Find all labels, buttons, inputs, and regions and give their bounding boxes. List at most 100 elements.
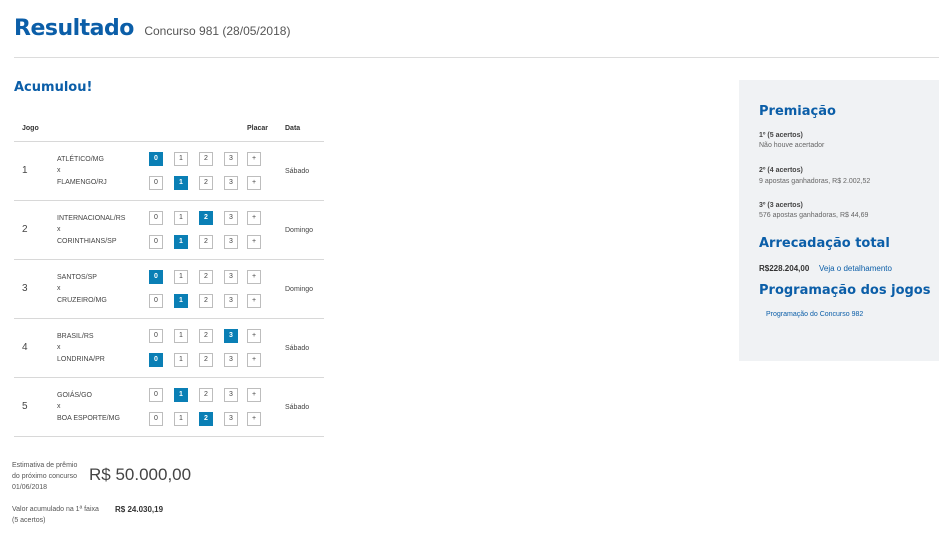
score-box-more: + bbox=[247, 294, 261, 308]
game-date: Sábado bbox=[285, 345, 310, 352]
results-table: Jogo Placar Data 1 ATLÉTICO/MG x FLAMENGO/R… bbox=[14, 120, 324, 437]
score-box-more: + bbox=[247, 152, 261, 166]
accumulated-value: Valor acumulado na 1ª faixa (5 acertos) … bbox=[12, 504, 163, 526]
score-box-1: 1 bbox=[174, 353, 188, 367]
prize-estimate-value: R$ 50.000,00 bbox=[89, 465, 192, 484]
score-box-1: 1 bbox=[174, 388, 188, 402]
score-box-0: 0 bbox=[149, 388, 163, 402]
score-box-2: 2 bbox=[199, 176, 213, 190]
home-team: BRASIL/RS bbox=[57, 333, 94, 340]
table-row: 4 BRASIL/RS x LONDRINA/PR 0 1 2 3 +0 1 2 3 + Sábado bbox=[14, 319, 324, 378]
score-box-more: + bbox=[247, 329, 261, 343]
estimate-label-line: Estimativa de prêmio bbox=[12, 462, 78, 469]
score-box-1: 1 bbox=[174, 176, 188, 190]
score-box-1: 1 bbox=[174, 211, 188, 225]
score-box-3: 3 bbox=[224, 412, 238, 426]
prize-tier-2-title: 2º (4 acertos) bbox=[759, 167, 803, 174]
score-box-0: 0 bbox=[149, 412, 163, 426]
prize-tier-3-title: 3º (3 acertos) bbox=[759, 202, 803, 209]
accumulated-label-line: (5 acertos) bbox=[12, 517, 46, 524]
versus-label: x bbox=[57, 344, 61, 351]
estimate-date: 01/06/2018 bbox=[12, 484, 48, 491]
sidebar: Premiação 1º (5 acertos) Não houve acert… bbox=[739, 80, 939, 361]
score-box-3: 3 bbox=[224, 329, 238, 343]
away-team: CRUZEIRO/MG bbox=[57, 297, 107, 304]
table-row: 3 SANTOS/SP x CRUZEIRO/MG 0 1 2 3 +0 1 2 3 + Domingo bbox=[14, 260, 324, 319]
score-box-1: 1 bbox=[174, 294, 188, 308]
prize-tier-1-title: 1º (5 acertos) bbox=[759, 132, 803, 139]
games-list: 1 ATLÉTICO/MG x FLAMENGO/RJ 0 1 2 3 +0 1 2 3 + Sábado… bbox=[14, 142, 324, 437]
table-header: Jogo Placar Data bbox=[14, 120, 324, 142]
table-row: 2 INTERNACIONAL/RS x CORINTHIANS/SP 0 1 2 3 +0 1 2… bbox=[14, 201, 324, 260]
table-row: 5 GOIÁS/GO x BOA ESPORTE/MG 0 1 2 3 +0 1 2 3 + Sábado bbox=[14, 378, 324, 437]
score-box-0: 0 bbox=[149, 294, 163, 308]
score-box-0: 0 bbox=[149, 235, 163, 249]
prize-tier-1-desc: Não houve acertador bbox=[759, 142, 825, 149]
estimate-label-line: do próximo concurso bbox=[12, 473, 77, 480]
home-team: SANTOS/SP bbox=[57, 274, 97, 281]
score-box-3: 3 bbox=[224, 152, 238, 166]
score-box-3: 3 bbox=[224, 353, 238, 367]
game-date: Sábado bbox=[285, 168, 310, 175]
score-box-1: 1 bbox=[174, 412, 188, 426]
programacao-link[interactable]: Programação do Concurso 982 bbox=[766, 311, 863, 318]
home-team: INTERNACIONAL/RS bbox=[57, 215, 126, 222]
score-box-1: 1 bbox=[174, 270, 188, 284]
score-box-2: 2 bbox=[199, 353, 213, 367]
score-box-more: + bbox=[247, 270, 261, 284]
score-box-3: 3 bbox=[224, 211, 238, 225]
game-date: Domingo bbox=[285, 227, 314, 234]
header-placar: Placar bbox=[247, 125, 269, 132]
status-heading: Acumulou! bbox=[14, 80, 93, 95]
game-date: Domingo bbox=[285, 286, 314, 293]
accumulated-label: Valor acumulado na 1ª faixa (5 acertos) bbox=[12, 504, 112, 526]
score-box-2: 2 bbox=[199, 294, 213, 308]
away-team: CORINTHIANS/SP bbox=[57, 238, 117, 245]
score-box-2: 2 bbox=[199, 270, 213, 284]
away-team: FLAMENGO/RJ bbox=[57, 179, 107, 186]
score-box-more: + bbox=[247, 235, 261, 249]
score-box-2: 2 bbox=[199, 329, 213, 343]
score-box-3: 3 bbox=[224, 270, 238, 284]
prize-tier-3-desc: 576 apostas ganhadoras, R$ 44,69 bbox=[759, 212, 869, 219]
prize-estimate: Estimativa de prêmio do próximo concurso… bbox=[12, 460, 191, 493]
score-box-3: 3 bbox=[224, 294, 238, 308]
score-box-more: + bbox=[247, 388, 261, 402]
versus-label: x bbox=[57, 167, 61, 174]
score-box-0: 0 bbox=[149, 270, 163, 284]
score-box-more: + bbox=[247, 211, 261, 225]
accumulated-label-line: Valor acumulado na 1ª faixa bbox=[12, 506, 99, 513]
game-number: 3 bbox=[22, 283, 28, 294]
score-box-3: 3 bbox=[224, 176, 238, 190]
versus-label: x bbox=[57, 285, 61, 292]
arrecadacao-detail-link[interactable]: Veja o detalhamento bbox=[819, 264, 892, 273]
game-date: Sábado bbox=[285, 404, 310, 411]
arrecadacao-title: Arrecadação total bbox=[759, 236, 890, 251]
score-box-2: 2 bbox=[199, 152, 213, 166]
score-box-more: + bbox=[247, 412, 261, 426]
premiacao-title: Premiação bbox=[759, 104, 836, 119]
prize-estimate-label: Estimativa de prêmio do próximo concurso… bbox=[12, 460, 87, 493]
game-number: 2 bbox=[22, 224, 28, 235]
game-number: 1 bbox=[22, 165, 28, 176]
programacao-title: Programação dos jogos bbox=[759, 283, 931, 298]
accumulated-amount: R$ 24.030,19 bbox=[115, 505, 164, 514]
versus-label: x bbox=[57, 403, 61, 410]
header-data: Data bbox=[285, 125, 301, 132]
home-team: ATLÉTICO/MG bbox=[57, 156, 104, 163]
score-box-2: 2 bbox=[199, 412, 213, 426]
score-box-2: 2 bbox=[199, 211, 213, 225]
score-box-3: 3 bbox=[224, 235, 238, 249]
game-number: 5 bbox=[22, 401, 28, 412]
page-title: Resultado bbox=[14, 16, 134, 41]
home-team: GOIÁS/GO bbox=[57, 392, 93, 399]
score-box-more: + bbox=[247, 353, 261, 367]
score-box-0: 0 bbox=[149, 329, 163, 343]
score-box-0: 0 bbox=[149, 176, 163, 190]
score-box-2: 2 bbox=[199, 235, 213, 249]
away-team: BOA ESPORTE/MG bbox=[57, 415, 120, 422]
header-jogo: Jogo bbox=[22, 125, 39, 132]
game-number: 4 bbox=[22, 342, 28, 353]
score-box-2: 2 bbox=[199, 388, 213, 402]
score-box-3: 3 bbox=[224, 388, 238, 402]
